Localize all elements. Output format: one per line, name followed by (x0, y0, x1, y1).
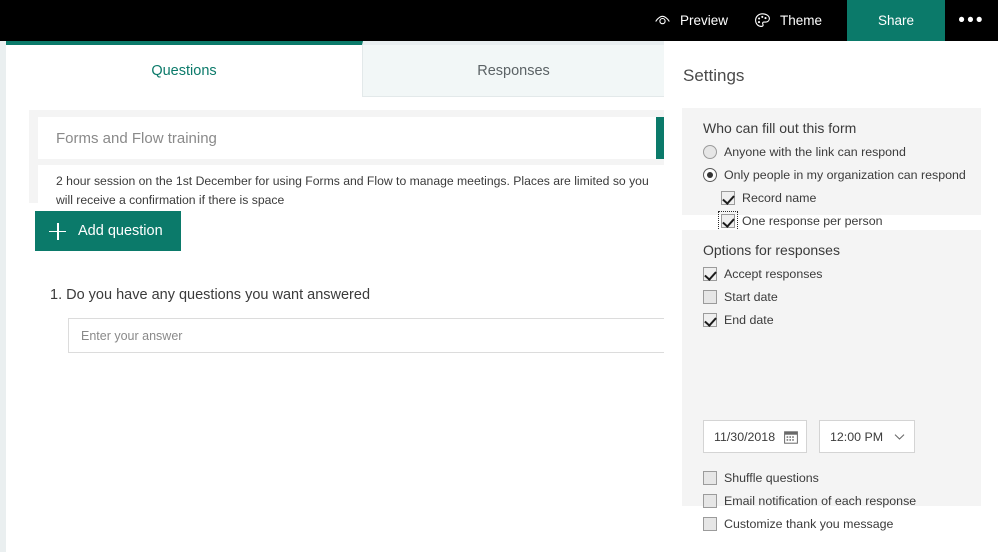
preview-button[interactable]: Preview (641, 0, 741, 41)
form-description-text: 2 hour session on the 1st December for u… (56, 174, 649, 207)
options-heading: Options for responses (703, 242, 840, 258)
answer-input[interactable]: Enter your answer (68, 318, 664, 353)
calendar-icon[interactable] (784, 430, 798, 444)
end-time-value: 12:00 PM (830, 429, 884, 444)
checkbox-icon-checked-focused (718, 211, 738, 231)
end-date-picker-row: 11/30/2018 12:00 PM (703, 420, 915, 453)
ellipsis-icon: ••• (958, 10, 985, 31)
share-label: Share (877, 13, 915, 28)
checkbox-email-notification[interactable]: Email notification of each response (682, 494, 981, 508)
tab-responses-label: Responses (477, 63, 550, 79)
checkbox-start-date[interactable]: Start date (682, 290, 981, 304)
checkbox-shuffle-questions[interactable]: Shuffle questions (682, 471, 981, 485)
checkbox-icon-unchecked (703, 494, 717, 508)
title-accent-bar (656, 117, 664, 159)
forms-editor-window: Preview Theme Share ••• Questions Respon… (0, 0, 998, 552)
checkbox-icon-unchecked (703, 290, 717, 304)
checkbox-icon-unchecked (703, 517, 717, 531)
question-title: 1. Do you have any questions you want an… (50, 287, 371, 303)
one-response-label: One response per person (742, 214, 883, 228)
checkbox-record-name[interactable]: Record name (682, 191, 981, 205)
radio-icon-selected (703, 168, 717, 182)
theme-label: Theme (779, 13, 822, 28)
more-options-button[interactable]: ••• (945, 0, 998, 41)
checkbox-end-date[interactable]: End date (682, 313, 981, 327)
start-date-label: Start date (724, 290, 778, 304)
form-editor-pane: Questions Responses Forms and Flow train… (6, 41, 664, 552)
options-for-responses-section: Options for responses Accept responses S… (682, 230, 981, 531)
radio-icon-unselected (703, 145, 717, 159)
theme-button[interactable]: Theme (741, 0, 835, 41)
radio-only-organization[interactable]: Only people in my organization can respo… (682, 168, 981, 182)
chevron-down-icon[interactable] (893, 430, 906, 443)
top-toolbar: Preview Theme Share ••• (0, 0, 998, 41)
radio-anyone-with-link[interactable]: Anyone with the link can respond (682, 145, 981, 159)
form-canvas: Forms and Flow training 2 hour session o… (6, 97, 664, 552)
who-can-fill-section: Who can fill out this form Anyone with t… (682, 108, 981, 231)
record-name-label: Record name (742, 191, 817, 205)
tab-bar: Questions Responses (6, 41, 664, 97)
end-date-label: End date (724, 313, 774, 327)
form-title-input[interactable]: Forms and Flow training (38, 117, 664, 159)
add-question-button[interactable]: Add question (35, 211, 181, 251)
checkbox-customize-thank-you[interactable]: Customize thank you message (682, 517, 981, 531)
end-date-input[interactable]: 11/30/2018 (703, 420, 807, 453)
form-header-card[interactable]: Forms and Flow training 2 hour session o… (29, 110, 664, 212)
checkbox-one-response-per-person[interactable]: One response per person (682, 211, 981, 231)
radio-organization-label: Only people in my organization can respo… (724, 168, 966, 182)
checkbox-icon-checked (721, 191, 735, 205)
answer-placeholder: Enter your answer (81, 328, 183, 343)
form-description-input[interactable]: 2 hour session on the 1st December for u… (38, 165, 664, 212)
checkbox-accept-responses[interactable]: Accept responses (682, 267, 981, 281)
who-can-fill-heading: Who can fill out this form (703, 120, 857, 136)
settings-title: Settings (683, 66, 745, 85)
eye-icon (654, 12, 671, 29)
end-time-input[interactable]: 12:00 PM (819, 420, 915, 453)
shuffle-questions-label: Shuffle questions (724, 471, 819, 485)
settings-pane: Settings Who can fill out this form Anyo… (665, 41, 998, 552)
plus-icon (49, 222, 66, 240)
palette-icon (754, 12, 771, 29)
checkbox-icon-checked (703, 313, 717, 327)
tab-questions-label: Questions (151, 63, 217, 79)
additional-options-group: Shuffle questions Email notification of … (682, 462, 981, 531)
body-area: Questions Responses Forms and Flow train… (0, 41, 998, 552)
preview-label: Preview (679, 13, 728, 28)
checkbox-icon-unchecked (703, 471, 717, 485)
end-date-value: 11/30/2018 (714, 429, 776, 444)
accept-responses-label: Accept responses (724, 267, 823, 281)
share-button[interactable]: Share (847, 0, 945, 41)
radio-anyone-label: Anyone with the link can respond (724, 145, 906, 159)
form-title-text: Forms and Flow training (56, 129, 217, 147)
add-question-label: Add question (78, 223, 163, 239)
checkbox-icon-checked (703, 267, 717, 281)
email-notification-label: Email notification of each response (724, 494, 917, 508)
tab-questions[interactable]: Questions (6, 41, 363, 97)
tab-responses[interactable]: Responses (363, 41, 664, 97)
customize-thankyou-label: Customize thank you message (724, 517, 894, 531)
